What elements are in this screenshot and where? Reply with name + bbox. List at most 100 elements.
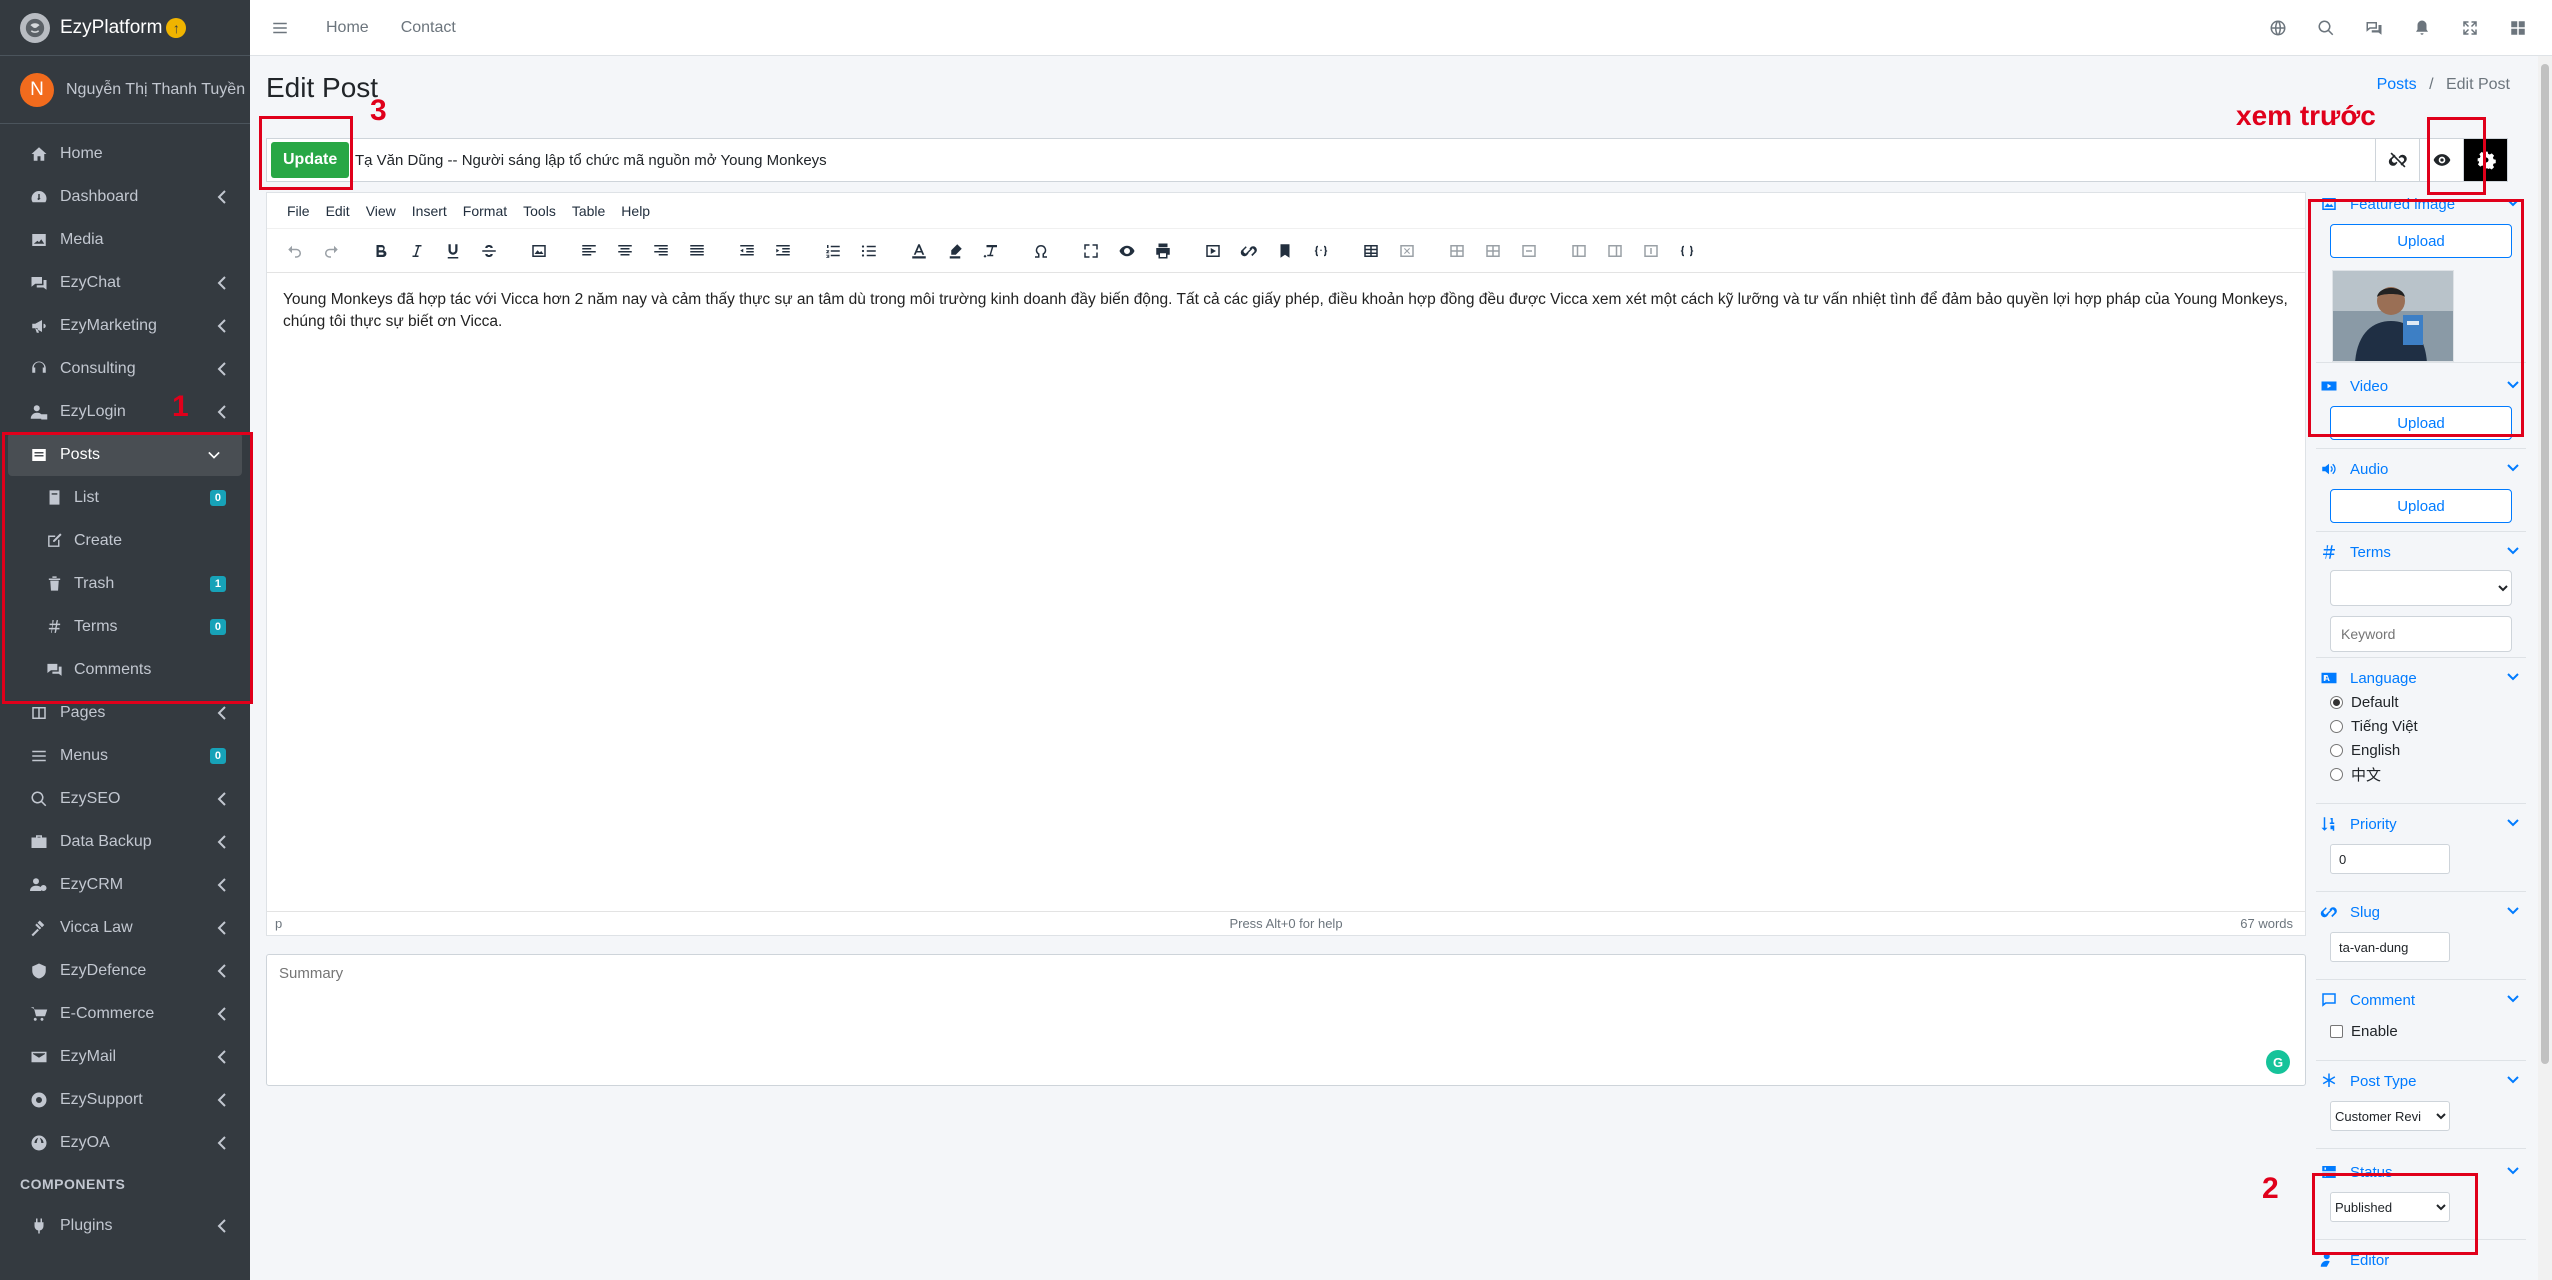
table-delete-icon[interactable] bbox=[1389, 236, 1425, 266]
highlight-color-icon[interactable] bbox=[937, 236, 973, 266]
language-header[interactable]: Language bbox=[2316, 666, 2526, 690]
sidebar-item-home[interactable]: Home bbox=[0, 132, 250, 175]
italic-icon[interactable] bbox=[399, 236, 435, 266]
element-path[interactable]: p bbox=[275, 916, 282, 931]
menu-help[interactable]: Help bbox=[613, 203, 658, 219]
priority-header[interactable]: Priority bbox=[2316, 812, 2526, 836]
bookmark-icon[interactable] bbox=[1267, 236, 1303, 266]
terms-header[interactable]: Terms bbox=[2316, 540, 2526, 564]
user-name[interactable]: Nguyễn Thị Thanh Tuyền bbox=[66, 81, 245, 99]
numbered-list-icon[interactable] bbox=[815, 236, 851, 266]
language-option-en[interactable]: English bbox=[2330, 738, 2526, 762]
outdent-icon[interactable] bbox=[729, 236, 765, 266]
radio-button[interactable] bbox=[2330, 743, 2343, 757]
sidebar-item-ezydefence[interactable]: EzyDefence bbox=[0, 949, 250, 992]
menu-insert[interactable]: Insert bbox=[404, 203, 455, 219]
hamburger-icon[interactable] bbox=[250, 19, 310, 37]
template-icon[interactable] bbox=[1669, 236, 1705, 266]
indent-icon[interactable] bbox=[765, 236, 801, 266]
table-col-before-icon[interactable] bbox=[1561, 236, 1597, 266]
sidebar-item-ecommerce[interactable]: E-Commerce bbox=[0, 992, 250, 1035]
table-delete-row-icon[interactable] bbox=[1511, 236, 1547, 266]
align-right-icon[interactable] bbox=[643, 236, 679, 266]
bullet-list-icon[interactable] bbox=[851, 236, 887, 266]
topbar-home-link[interactable]: Home bbox=[310, 19, 385, 37]
arrow-up-circle-icon[interactable]: ↑ bbox=[166, 17, 187, 38]
unlink-icon[interactable] bbox=[2375, 139, 2419, 181]
menu-table[interactable]: Table bbox=[564, 203, 613, 219]
radio-button[interactable] bbox=[2330, 767, 2343, 781]
undo-icon[interactable] bbox=[277, 236, 313, 266]
text-color-icon[interactable] bbox=[901, 236, 937, 266]
sidebar-item-vicca-law[interactable]: Vicca Law bbox=[0, 906, 250, 949]
post-title-input[interactable] bbox=[355, 143, 2355, 177]
audio-upload-button[interactable]: Upload bbox=[2330, 489, 2512, 523]
radio-button[interactable] bbox=[2330, 695, 2343, 709]
table-row-before-icon[interactable] bbox=[1439, 236, 1475, 266]
underline-icon[interactable] bbox=[435, 236, 471, 266]
sidebar-item-media[interactable]: Media bbox=[0, 218, 250, 261]
special-character-icon[interactable] bbox=[1023, 236, 1059, 266]
sidebar-item-menus[interactable]: Menus 0 bbox=[0, 734, 250, 777]
menu-format[interactable]: Format bbox=[455, 203, 515, 219]
fullscreen-icon[interactable] bbox=[1073, 236, 1109, 266]
sidebar-item-ezysupport[interactable]: EzySupport bbox=[0, 1078, 250, 1121]
insert-image-icon[interactable] bbox=[521, 236, 557, 266]
sidebar-item-ezyoa[interactable]: EzyOA bbox=[0, 1121, 250, 1164]
table-icon[interactable] bbox=[1353, 236, 1389, 266]
redo-icon[interactable] bbox=[313, 236, 349, 266]
slug-input[interactable] bbox=[2330, 932, 2450, 962]
sidebar-item-ezyseo[interactable]: EzySEO bbox=[0, 777, 250, 820]
menu-edit[interactable]: Edit bbox=[318, 203, 358, 219]
sidebar-item-ezylogin[interactable]: EzyLogin bbox=[0, 390, 250, 433]
expand-icon[interactable] bbox=[2446, 19, 2494, 37]
scrollbar-thumb[interactable] bbox=[2541, 64, 2549, 1064]
editor-content[interactable]: Young Monkeys đã hợp tác với Vicca hơn 2… bbox=[267, 273, 2305, 889]
clear-format-icon[interactable] bbox=[973, 236, 1009, 266]
globe-icon[interactable] bbox=[2254, 19, 2302, 37]
grid-icon[interactable] bbox=[2494, 19, 2542, 37]
sidebar-item-ezymail[interactable]: EzyMail bbox=[0, 1035, 250, 1078]
search-icon[interactable] bbox=[2302, 19, 2350, 37]
grammarly-icon[interactable]: G bbox=[2266, 1050, 2290, 1074]
bell-icon[interactable] bbox=[2398, 19, 2446, 37]
preview-icon[interactable] bbox=[1109, 236, 1145, 266]
breadcrumb-posts-link[interactable]: Posts bbox=[2377, 76, 2417, 93]
radio-button[interactable] bbox=[2330, 719, 2343, 733]
menu-tools[interactable]: Tools bbox=[515, 203, 564, 219]
menu-file[interactable]: File bbox=[279, 203, 318, 219]
sidebar-item-consulting[interactable]: Consulting bbox=[0, 347, 250, 390]
terms-select[interactable] bbox=[2330, 570, 2512, 606]
link-icon[interactable] bbox=[1231, 236, 1267, 266]
sidebar-item-plugins[interactable]: Plugins bbox=[0, 1204, 250, 1247]
table-delete-col-icon[interactable] bbox=[1633, 236, 1669, 266]
align-justify-icon[interactable] bbox=[679, 236, 715, 266]
comment-enable-checkbox[interactable] bbox=[2330, 1024, 2343, 1038]
table-col-after-icon[interactable] bbox=[1597, 236, 1633, 266]
media-icon[interactable] bbox=[1195, 236, 1231, 266]
sidebar-item-ezycrm[interactable]: EzyCRM bbox=[0, 863, 250, 906]
brand[interactable]: EzyPlatform ↑ bbox=[0, 0, 250, 56]
page-scrollbar[interactable] bbox=[2538, 56, 2552, 1280]
word-count[interactable]: 67 words bbox=[2240, 916, 2293, 931]
sidebar-item-ezychat[interactable]: EzyChat bbox=[0, 261, 250, 304]
slug-header[interactable]: Slug bbox=[2316, 900, 2526, 924]
language-option-vi[interactable]: Tiếng Việt bbox=[2330, 714, 2526, 738]
align-center-icon[interactable] bbox=[607, 236, 643, 266]
language-option-zh[interactable]: 中文 bbox=[2330, 762, 2526, 786]
comment-header[interactable]: Comment bbox=[2316, 988, 2526, 1012]
strikethrough-icon[interactable] bbox=[471, 236, 507, 266]
priority-input[interactable] bbox=[2330, 844, 2450, 874]
comments-icon[interactable] bbox=[2350, 19, 2398, 37]
code-sample-icon[interactable] bbox=[1303, 236, 1339, 266]
user-panel[interactable]: N Nguyễn Thị Thanh Tuyền bbox=[0, 56, 250, 124]
sidebar-item-dashboard[interactable]: Dashboard bbox=[0, 175, 250, 218]
sidebar-item-data-backup[interactable]: Data Backup bbox=[0, 820, 250, 863]
language-option-default[interactable]: Default bbox=[2330, 690, 2526, 714]
sidebar-item-ezymarketing[interactable]: EzyMarketing bbox=[0, 304, 250, 347]
summary-textarea[interactable] bbox=[266, 954, 2306, 1086]
keyword-input[interactable] bbox=[2330, 616, 2512, 652]
bold-icon[interactable] bbox=[363, 236, 399, 266]
post-type-header[interactable]: Post Type bbox=[2316, 1069, 2526, 1093]
comment-enable-row[interactable]: Enable bbox=[2330, 1018, 2526, 1044]
